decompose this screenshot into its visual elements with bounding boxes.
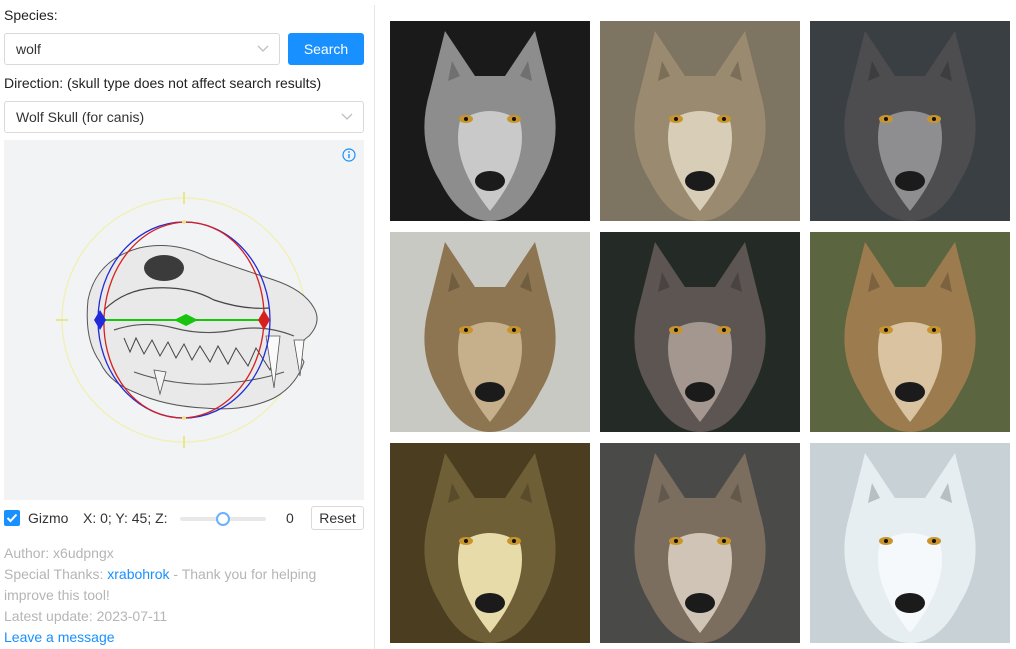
gizmo-label: Gizmo — [28, 510, 69, 526]
skull-select[interactable]: Wolf Skull (for canis) — [4, 101, 364, 133]
left-panel: Species: wolf Search Direction: (skull t… — [0, 0, 372, 649]
skull-3d-viewer[interactable] — [4, 140, 364, 500]
species-value: wolf — [16, 41, 41, 57]
author-text: Author: x6udpngx — [4, 545, 114, 561]
gizmo-checkbox[interactable] — [4, 510, 20, 526]
special-thanks: Special Thanks: xrabohrok - Thank you fo… — [4, 564, 334, 606]
direction-label: Direction: (skull type does not affect s… — [4, 75, 322, 91]
wolf-photo[interactable] — [810, 443, 1010, 643]
latest-update: Latest update: 2023-07-11 — [4, 608, 168, 624]
chevron-down-icon — [257, 45, 269, 52]
leave-message-link[interactable]: Leave a message — [4, 629, 115, 645]
reset-button[interactable]: Reset — [311, 506, 364, 530]
z-slider-handle[interactable] — [216, 512, 230, 526]
wolf-photo[interactable] — [390, 232, 590, 432]
wolf-photo[interactable] — [810, 21, 1010, 221]
wolf-photo[interactable] — [600, 232, 800, 432]
wolf-photo[interactable] — [390, 21, 590, 221]
panel-divider — [374, 5, 375, 649]
species-label: Species: — [4, 7, 58, 23]
wolf-photo[interactable] — [810, 232, 1010, 432]
wolf-photo[interactable] — [600, 443, 800, 643]
z-value: 0 — [286, 510, 294, 526]
search-button[interactable]: Search — [288, 33, 364, 65]
species-select[interactable]: wolf — [4, 33, 280, 65]
wolf-photo[interactable] — [600, 21, 800, 221]
check-icon — [6, 513, 18, 523]
wolf-photo[interactable] — [390, 443, 590, 643]
thanks-link[interactable]: xrabohrok — [107, 566, 169, 582]
rotation-readout: X: 0; Y: 45; Z: — [83, 510, 168, 526]
chevron-down-icon — [341, 113, 353, 120]
skull-gizmo-render — [56, 192, 318, 448]
thanks-prefix: Special Thanks: — [4, 566, 108, 582]
skull-value: Wolf Skull (for canis) — [16, 109, 145, 125]
